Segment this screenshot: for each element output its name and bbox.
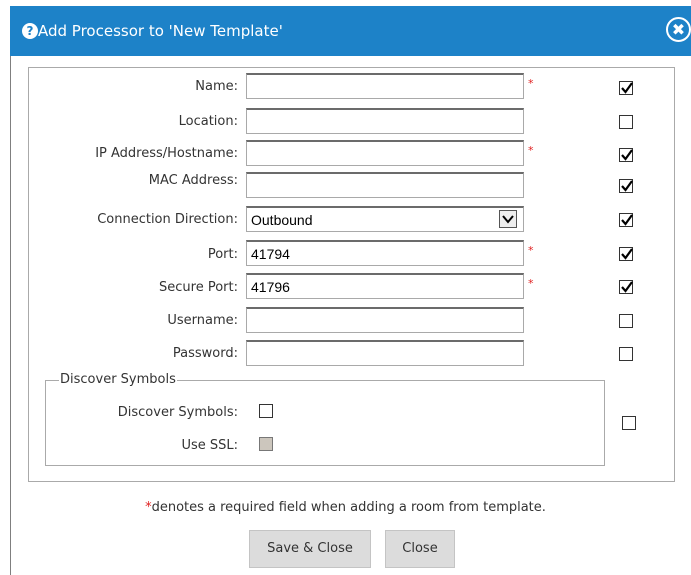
password-label: Password: bbox=[172, 346, 238, 361]
dialog-titlebar: ? Add Processor to 'New Template' ✖ bbox=[10, 6, 691, 56]
name-checkbox[interactable] bbox=[619, 81, 633, 95]
use-ssl-label: Use SSL: bbox=[181, 438, 238, 453]
port-label: Port: bbox=[207, 247, 238, 262]
discover-symbols-group bbox=[45, 380, 605, 466]
password-input[interactable] bbox=[246, 340, 524, 366]
port-input[interactable]: 41794 bbox=[246, 240, 524, 266]
name-label: Name: bbox=[195, 79, 238, 94]
chevron-down-icon[interactable] bbox=[499, 210, 517, 228]
name-input[interactable] bbox=[246, 73, 524, 99]
check-icon bbox=[621, 149, 633, 161]
ip-checkbox[interactable] bbox=[619, 148, 633, 162]
mac-input[interactable] bbox=[246, 172, 524, 198]
direction-label: Connection Direction: bbox=[97, 212, 238, 227]
check-icon bbox=[621, 82, 633, 94]
discover-symbols-label: Discover Symbols: bbox=[117, 405, 238, 420]
save-close-button[interactable]: Save & Close bbox=[249, 530, 371, 568]
required-marker: * bbox=[528, 77, 534, 90]
use-ssl-checkbox[interactable] bbox=[259, 437, 273, 451]
add-processor-dialog: ? Add Processor to 'New Template' ✖ Name… bbox=[0, 0, 691, 575]
location-label: Location: bbox=[178, 114, 238, 129]
check-icon bbox=[621, 281, 633, 293]
location-checkbox[interactable] bbox=[619, 115, 633, 129]
discover-group-checkbox[interactable] bbox=[622, 416, 636, 430]
ip-label: IP Address/Hostname: bbox=[95, 146, 238, 161]
ip-input[interactable] bbox=[246, 140, 524, 166]
check-icon bbox=[621, 248, 633, 260]
secure-port-checkbox[interactable] bbox=[619, 280, 633, 294]
close-circle-icon[interactable]: ✖ bbox=[666, 17, 691, 42]
secure-port-input[interactable]: 41796 bbox=[246, 273, 524, 299]
discover-symbols-legend: Discover Symbols bbox=[59, 372, 177, 387]
location-input[interactable] bbox=[246, 108, 524, 134]
username-input[interactable] bbox=[246, 307, 524, 333]
mac-label: MAC Address: bbox=[148, 173, 238, 188]
username-label: Username: bbox=[167, 313, 238, 328]
required-note: *denotes a required field when adding a … bbox=[0, 500, 691, 515]
connection-direction-value: Outbound bbox=[251, 212, 313, 228]
discover-symbols-checkbox[interactable] bbox=[259, 404, 273, 418]
check-icon bbox=[621, 180, 633, 192]
required-marker: * bbox=[528, 277, 534, 290]
required-marker: * bbox=[528, 244, 534, 257]
connection-direction-select[interactable]: Outbound bbox=[246, 206, 524, 232]
question-circle-icon[interactable]: ? bbox=[22, 23, 38, 39]
username-checkbox[interactable] bbox=[619, 314, 633, 328]
port-checkbox[interactable] bbox=[619, 247, 633, 261]
required-marker: * bbox=[528, 144, 534, 157]
secure-port-label: Secure Port: bbox=[159, 280, 238, 295]
close-button[interactable]: Close bbox=[385, 530, 455, 568]
dialog-title: Add Processor to 'New Template' bbox=[38, 22, 283, 40]
direction-checkbox[interactable] bbox=[619, 213, 633, 227]
check-icon bbox=[621, 214, 633, 226]
mac-checkbox[interactable] bbox=[619, 179, 633, 193]
required-note-text: denotes a required field when adding a r… bbox=[151, 500, 546, 515]
dialog-border bbox=[10, 56, 11, 575]
password-checkbox[interactable] bbox=[619, 347, 633, 361]
